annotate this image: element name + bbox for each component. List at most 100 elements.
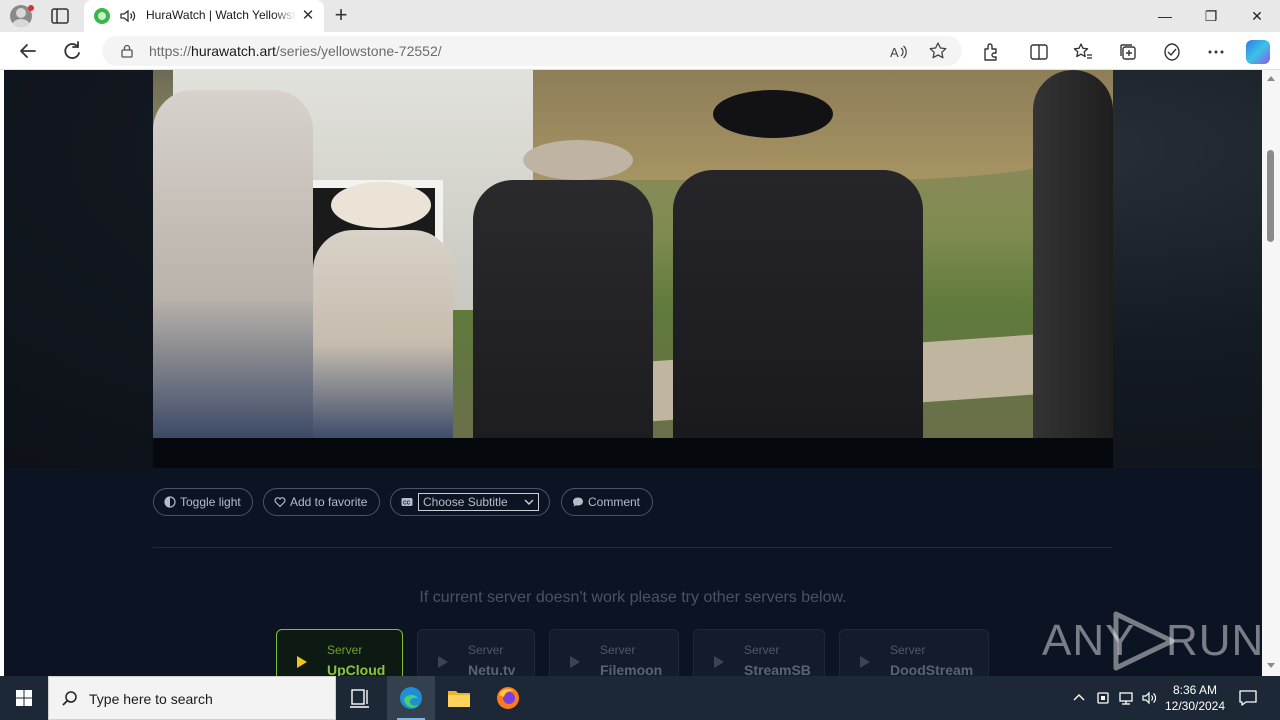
folder-icon — [448, 691, 470, 707]
play-icon — [570, 656, 580, 668]
subtitle-picker: CC Choose Subtitle — [390, 488, 550, 516]
video-frame-figure — [153, 90, 313, 438]
favorite-star-icon[interactable] — [928, 41, 948, 61]
scroll-thumb[interactable] — [1267, 150, 1274, 242]
video-control-strip[interactable] — [153, 438, 1113, 468]
server-notice: If current server doesn't work please tr… — [419, 589, 847, 606]
clock-time: 8:36 AM — [1172, 683, 1218, 697]
server-name: Filemoon — [600, 662, 663, 676]
tab-audio-icon[interactable] — [119, 7, 137, 25]
chevron-down-icon — [524, 499, 534, 505]
url-host: hurawatch.art — [191, 43, 276, 59]
server-button-doodstream[interactable]: Server DoodStream — [839, 629, 989, 676]
extensions-icon[interactable] — [980, 41, 1002, 63]
volume-icon[interactable] — [1141, 690, 1157, 706]
server-label: Server — [468, 643, 504, 657]
copilot-icon[interactable] — [1246, 40, 1270, 64]
url-text[interactable]: https://hurawatch.art/series/yellowstone… — [149, 43, 442, 59]
video-frame-figure — [473, 180, 653, 438]
toggle-light-button[interactable]: Toggle light — [153, 488, 253, 516]
favorites-icon[interactable] — [1072, 41, 1094, 63]
system-clock[interactable]: 8:36 AM 12/30/2024 — [1160, 682, 1230, 714]
scroll-down-arrow-icon[interactable] — [1267, 663, 1275, 668]
scroll-up-arrow-icon[interactable] — [1267, 76, 1275, 81]
heart-icon — [274, 497, 286, 508]
video-frame-figure — [313, 230, 453, 438]
site-favicon-icon — [94, 8, 110, 24]
page-viewport: Toggle light Add to favorite CC Choose S… — [0, 70, 1262, 676]
browser-tab-strip: HuraWatch | Watch Yellowstone ✕ + — ❐ ✕ — [0, 0, 1280, 32]
taskbar-search[interactable]: Type here to search — [48, 676, 336, 720]
usb-device-icon[interactable] — [1095, 690, 1111, 706]
read-aloud-icon[interactable]: A — [888, 42, 908, 62]
video-frame-figure — [1033, 70, 1113, 438]
svg-text:A: A — [890, 45, 899, 60]
server-label: Server — [890, 643, 926, 657]
restore-button[interactable]: ❐ — [1188, 0, 1234, 32]
comment-label: Comment — [588, 495, 641, 509]
server-name: StreamSB — [744, 662, 811, 676]
server-label: Server — [744, 643, 780, 657]
browser-toolbar: https://hurawatch.art/series/yellowstone… — [0, 32, 1280, 70]
server-button-filemoon[interactable]: Server Filemoon — [549, 629, 679, 676]
comment-icon — [573, 497, 583, 507]
contrast-icon — [164, 496, 176, 508]
windows-start-icon[interactable] — [0, 676, 48, 720]
browser-essentials-icon[interactable] — [1161, 41, 1183, 63]
section-divider — [153, 547, 1113, 548]
comment-button[interactable]: Comment — [561, 488, 653, 516]
firefox-taskbar-icon[interactable] — [484, 676, 532, 720]
lock-icon[interactable] — [120, 44, 134, 58]
video-player[interactable] — [153, 70, 1113, 438]
clock-date: 12/30/2024 — [1164, 699, 1226, 713]
collections-icon[interactable] — [1117, 41, 1139, 63]
server-label: Server — [327, 643, 363, 657]
add-to-favorite-button[interactable]: Add to favorite — [263, 488, 380, 516]
notifications-icon[interactable] — [1238, 688, 1258, 708]
more-options-icon[interactable] — [1205, 41, 1227, 63]
close-window-button[interactable]: ✕ — [1234, 0, 1280, 32]
page-scrollbar[interactable] — [1262, 70, 1280, 676]
tab-actions-icon[interactable] — [50, 6, 70, 26]
closed-captions-icon: CC — [401, 498, 413, 507]
video-frame-hat — [523, 140, 633, 180]
task-view-icon[interactable] — [336, 676, 384, 720]
watermark-right-text: RUN — [1166, 616, 1262, 665]
minimize-button[interactable]: — — [1142, 0, 1188, 32]
subtitle-select[interactable]: Choose Subtitle — [418, 493, 539, 511]
windows-taskbar: Type here to search 8:36 AM 12/30/2024 — [0, 676, 1280, 720]
firefox-logo-icon — [497, 687, 519, 709]
address-bar[interactable]: https://hurawatch.art/series/yellowstone… — [102, 36, 962, 66]
url-path: /series/yellowstone-72552/ — [275, 43, 442, 59]
url-scheme: https:// — [149, 43, 192, 59]
server-button-netu[interactable]: Server Netu.tv — [417, 629, 535, 676]
new-tab-button[interactable]: + — [330, 4, 352, 26]
browser-tab-active[interactable]: HuraWatch | Watch Yellowstone ✕ — [84, 0, 324, 32]
edge-logo-icon — [400, 687, 422, 709]
server-button-upcloud[interactable]: Server UpCloud — [276, 629, 403, 676]
server-label: Server — [600, 643, 636, 657]
refresh-icon[interactable] — [60, 39, 84, 63]
play-icon — [860, 656, 870, 668]
network-icon[interactable] — [1118, 690, 1134, 706]
search-icon — [62, 691, 77, 706]
tab-title: HuraWatch | Watch Yellowstone — [146, 8, 296, 22]
server-name: Netu.tv — [468, 662, 516, 676]
server-name: DoodStream — [890, 662, 974, 676]
server-button-streamsb[interactable]: Server StreamSB — [693, 629, 825, 676]
play-icon — [297, 656, 307, 668]
play-icon — [438, 656, 448, 668]
subtitle-select-value: Choose Subtitle — [423, 495, 508, 509]
add-to-favorite-label: Add to favorite — [290, 495, 368, 509]
video-frame-hat — [713, 90, 833, 138]
edge-taskbar-icon[interactable] — [387, 676, 435, 720]
profile-notification-dot — [28, 5, 34, 11]
tab-close-icon[interactable]: ✕ — [300, 8, 316, 24]
play-icon — [714, 656, 724, 668]
server-name: UpCloud — [327, 662, 386, 676]
back-arrow-icon[interactable] — [16, 39, 40, 63]
tray-overflow-chevron-icon[interactable] — [1071, 690, 1087, 706]
split-screen-icon[interactable] — [1028, 41, 1050, 63]
file-explorer-icon[interactable] — [435, 676, 483, 720]
video-frame-figure — [673, 170, 923, 438]
